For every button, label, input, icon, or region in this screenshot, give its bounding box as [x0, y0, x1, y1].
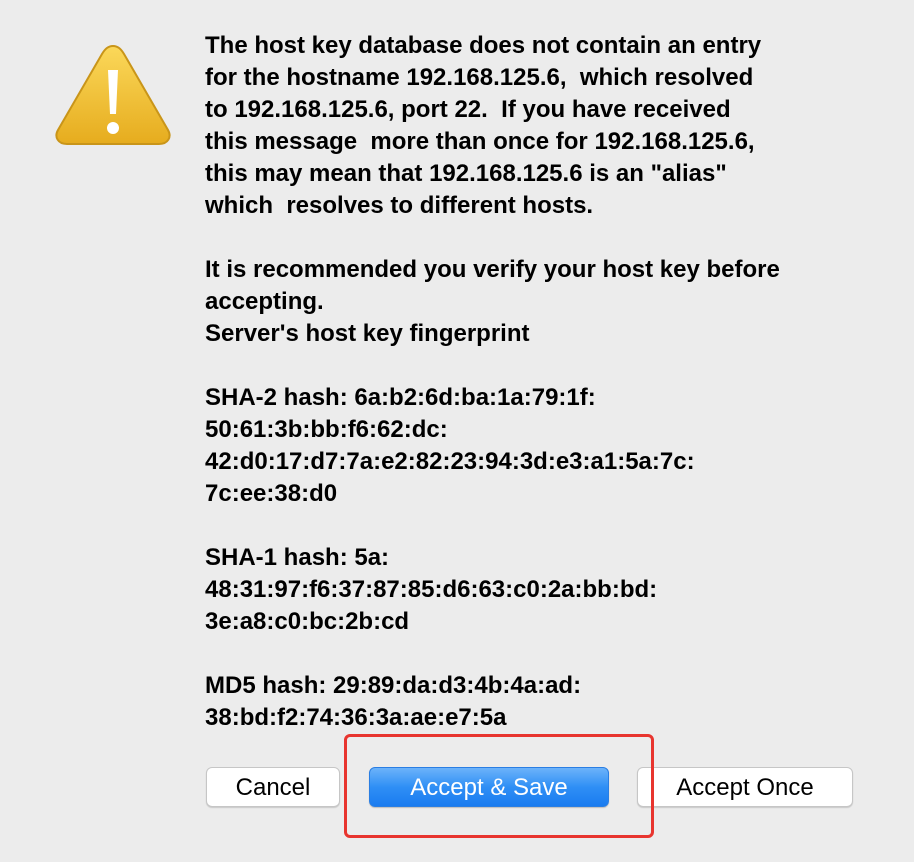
dialog-message: The host key database does not contain a… — [205, 30, 895, 734]
message-line: 50:61:3b:bb:f6:62:dc: — [205, 416, 448, 443]
message-line: for the hostname 192.168.125.6, which re… — [205, 64, 754, 91]
message-line: to 192.168.125.6, port 22. If you have r… — [205, 96, 731, 123]
host-key-dialog: The host key database does not contain a… — [0, 0, 914, 862]
warning-triangle-icon — [55, 44, 171, 145]
message-line: this may mean that 192.168.125.6 is an "… — [205, 160, 727, 187]
message-line: 48:31:97:f6:37:87:85:d6:63:c0:2a:bb:bd: — [205, 576, 658, 603]
message-line: 7c:ee:38:d0 — [205, 480, 338, 507]
accept-and-save-button[interactable]: Accept & Save — [369, 767, 609, 807]
message-line: SHA-1 hash: 5a: — [205, 544, 390, 571]
message-line: It is recommended you verify your host k… — [205, 256, 780, 283]
message-line: The host key database does not contain a… — [205, 32, 762, 59]
message-line: which resolves to different hosts. — [205, 192, 594, 219]
message-line: 38:bd:f2:74:36:3a:ae:e7:5a — [205, 704, 507, 731]
message-line: MD5 hash: 29:89:da:d3:4b:4a:ad: — [205, 672, 582, 699]
message-line: accepting. — [205, 288, 324, 315]
message-line: 3e:a8:c0:bc:2b:cd — [205, 608, 410, 635]
message-line: 42:d0:17:d7:7a:e2:82:23:94:3d:e3:a1:5a:7… — [205, 448, 695, 475]
cancel-button[interactable]: Cancel — [206, 767, 340, 807]
accept-once-button[interactable]: Accept Once — [637, 767, 853, 807]
message-line: this message more than once for 192.168.… — [205, 128, 755, 155]
message-line: Server's host key fingerprint — [205, 320, 530, 347]
message-line: SHA-2 hash: 6a:b2:6d:ba:1a:79:1f: — [205, 384, 596, 411]
